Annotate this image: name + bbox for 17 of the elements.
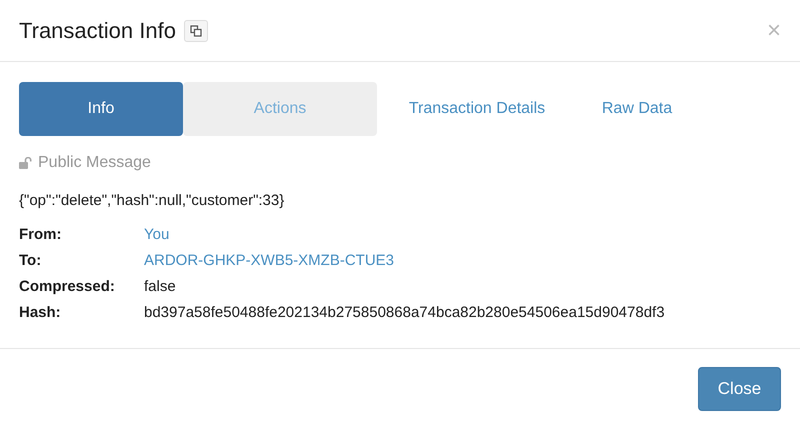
field-label: Compressed: — [19, 277, 116, 296]
field-value: false — [144, 277, 177, 296]
copy-icon — [190, 24, 202, 36]
message-label: Public Message — [38, 154, 151, 172]
field-link[interactable]: ARDOR-GHKP-XWB5-XMZB-CTUE3 — [144, 251, 781, 270]
field-value: bd397a58fe50488fe202134b275850868a74bca82b280e54506ea15d90478df3 — [144, 303, 666, 322]
close-button[interactable]: Close — [698, 366, 781, 410]
tab[interactable]: Actions — [183, 82, 377, 136]
field-label: Hash: — [19, 303, 62, 322]
tab[interactable]: Info — [19, 82, 183, 136]
unlock-icon — [19, 157, 32, 169]
field-label: From: — [19, 225, 62, 244]
field-label: To: — [19, 251, 42, 270]
dialog-title: Transaction Info — [19, 18, 176, 44]
field-link[interactable]: You — [144, 225, 781, 244]
copy-button[interactable] — [184, 20, 208, 42]
message-text: {"op":"delete","hash":null,"customer":33} — [19, 192, 286, 209]
